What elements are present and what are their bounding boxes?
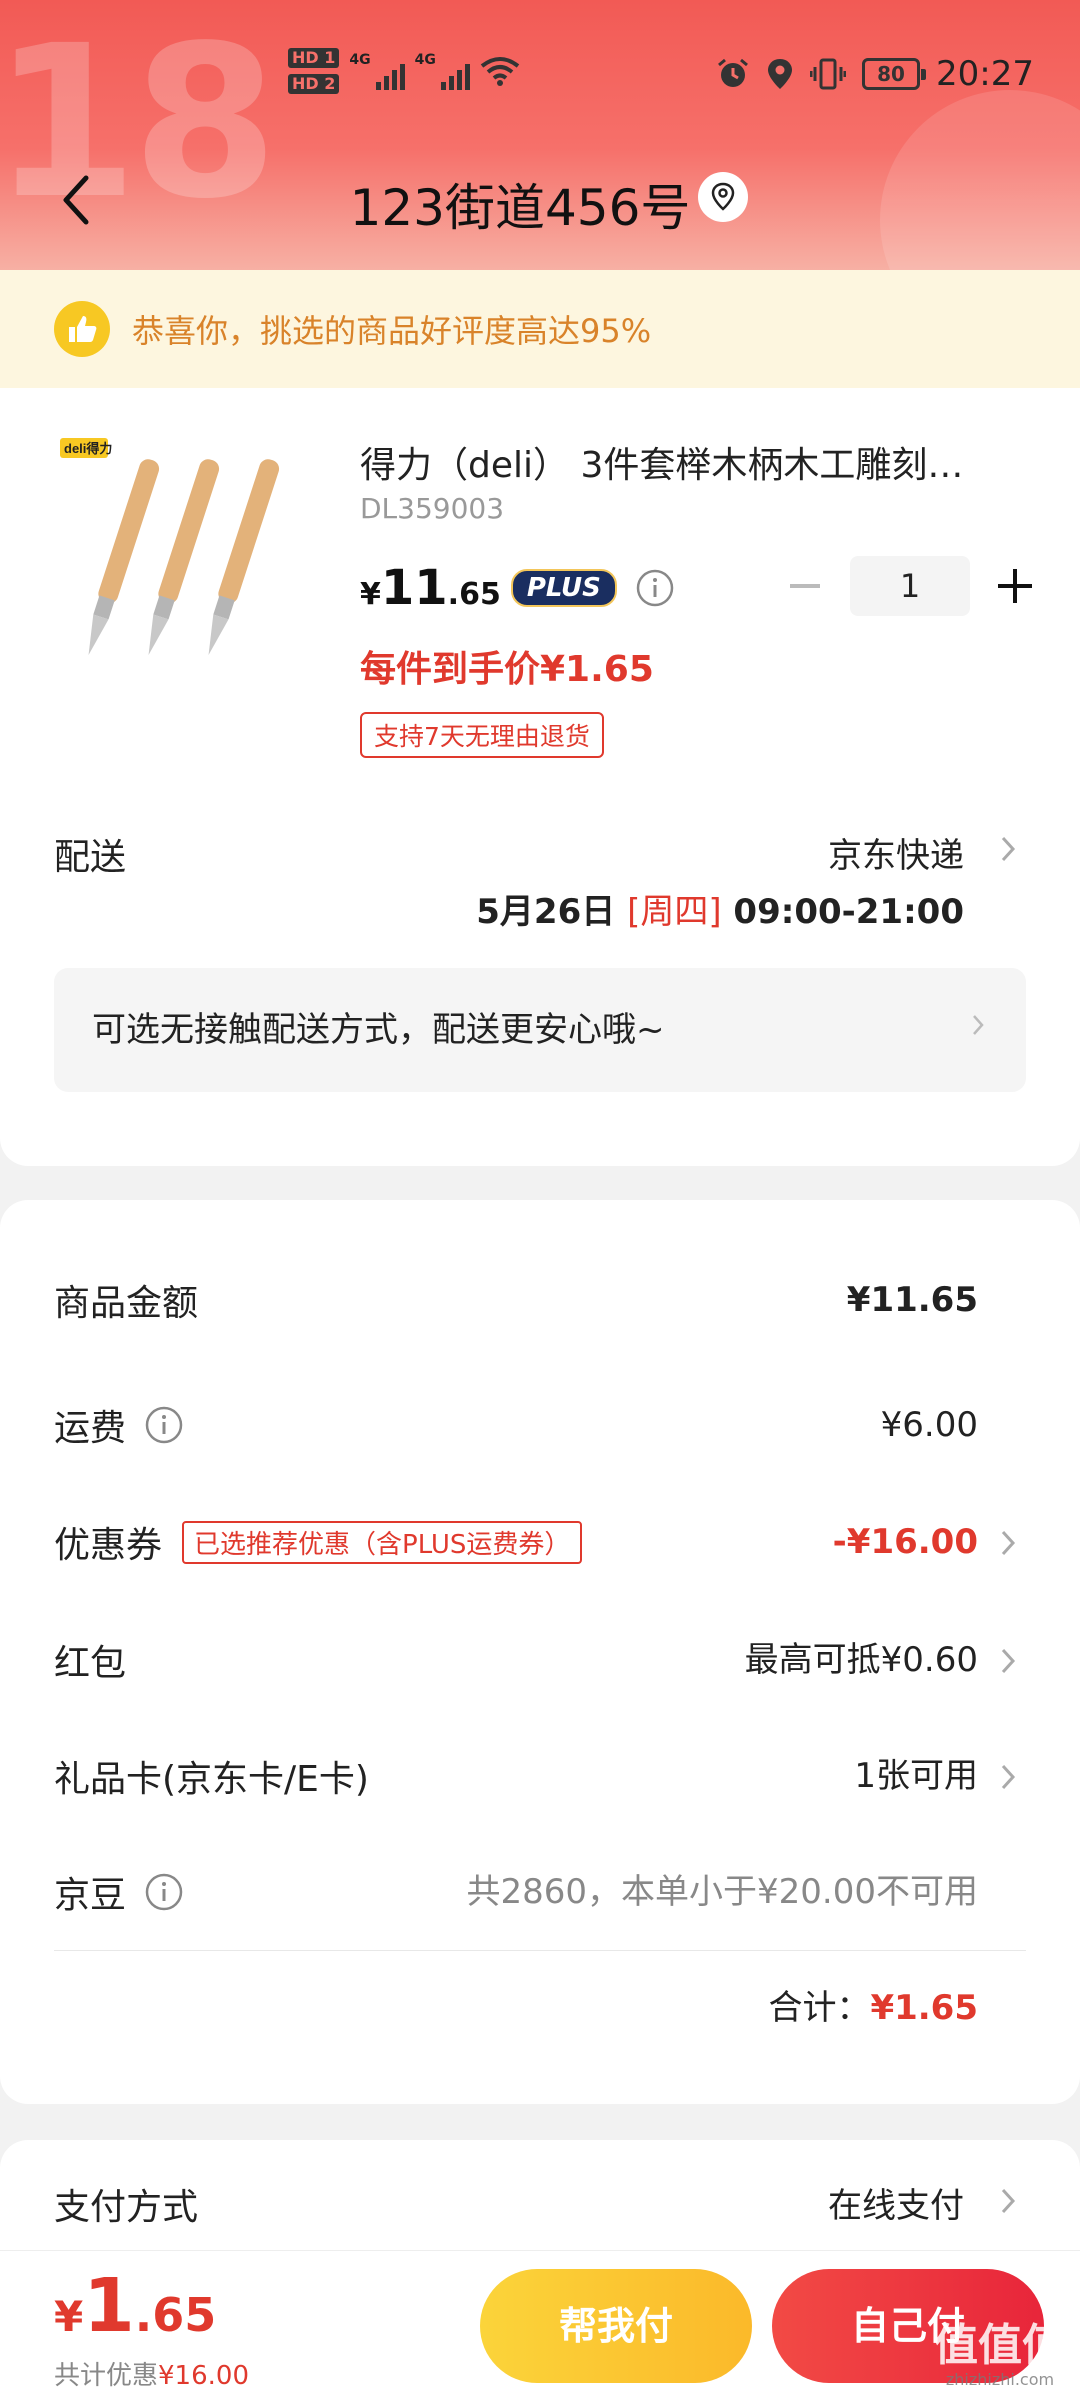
clock: 20:27 bbox=[936, 54, 1034, 94]
goods-amount-value: ¥11.65 bbox=[846, 1280, 978, 1320]
goods-amount-row: 商品金额 ¥11.65 bbox=[54, 1270, 1080, 1330]
alarm-icon bbox=[718, 58, 748, 87]
hd2-badge: HD 2 bbox=[288, 74, 340, 94]
price-integer: 11 bbox=[380, 560, 448, 616]
jd-beans-row: 京豆 共2860，本单小于¥20.00不可用 bbox=[54, 1862, 1080, 1922]
pay-amount-integer: 1 bbox=[83, 2263, 135, 2349]
shipping-date: 5月26日 bbox=[476, 892, 628, 932]
shipping-time[interactable]: 5月26日 [周四] 09:00-21:00 bbox=[476, 884, 964, 933]
red-packet-label: 红包 bbox=[54, 1643, 127, 1684]
plus-badge: PLUS bbox=[510, 569, 617, 607]
jd-beans-value: 共2860，本单小于¥20.00不可用 bbox=[466, 1872, 979, 1912]
help-me-pay-button[interactable]: 帮我付 bbox=[480, 2269, 752, 2383]
watermark: 值值值 zhizhizhi.com bbox=[934, 2324, 1066, 2388]
goods-amount-label: 商品金额 bbox=[54, 1283, 199, 1324]
product-price: ¥ 11 .65 PLUS bbox=[360, 560, 675, 616]
freight-value: ¥6.00 bbox=[880, 1405, 978, 1445]
shipping-window: 09:00-21:00 bbox=[721, 892, 964, 932]
gift-card-value: 1张可用 bbox=[854, 1756, 978, 1796]
saving-label: 共计优惠 bbox=[54, 2361, 159, 2391]
red-packet-row[interactable]: 红包 最高可抵¥0.60 bbox=[54, 1630, 1080, 1690]
svg-text:deli得力: deli得力 bbox=[64, 441, 112, 456]
info-icon[interactable] bbox=[635, 568, 675, 608]
watermark-text: 值值值 bbox=[934, 2320, 1066, 2371]
quantity-stepper: 1 bbox=[780, 556, 1040, 616]
banner-text: 恭喜你，挑选的商品好评度高达95% bbox=[132, 312, 652, 350]
coupon-tag: 已选推荐优惠（含PLUS运费券） bbox=[182, 1520, 583, 1564]
payment-method-value: 在线支付 bbox=[828, 2186, 964, 2226]
nav-bar: 123街道456号 bbox=[0, 150, 1080, 250]
gift-card-row[interactable]: 礼品卡(京东卡/E卡) 1张可用 bbox=[54, 1746, 1080, 1806]
chevron-right-icon bbox=[1001, 1530, 1016, 1556]
freight-row: 运费 ¥6.00 bbox=[54, 1395, 1080, 1455]
shipping-carrier[interactable]: 京东快递 bbox=[828, 828, 964, 877]
chevron-right-icon[interactable] bbox=[998, 834, 1018, 864]
jd-beans-label: 京豆 bbox=[54, 1875, 127, 1916]
thumbs-up-icon bbox=[54, 301, 110, 357]
vibrate-icon bbox=[810, 58, 847, 90]
order-total: 合计：¥1.65 bbox=[768, 1980, 978, 2029]
price-decimal: .65 bbox=[447, 577, 501, 612]
watermark-sub: zhizhizhi.com bbox=[945, 2370, 1055, 2389]
total-saving: 共计优惠¥16.00 bbox=[54, 2355, 249, 2392]
info-icon[interactable] bbox=[144, 1405, 184, 1445]
jd-beans-label-wrap: 京豆 bbox=[54, 1862, 184, 1922]
price-symbol: ¥ bbox=[360, 577, 381, 612]
divider bbox=[54, 1950, 1026, 1951]
total-label: 合计： bbox=[768, 1988, 871, 2028]
coupon-label-wrap: 优惠券 已选推荐优惠（含PLUS运费券） bbox=[54, 1512, 583, 1572]
header: 18 HD 1 HD 2 4G 4G 80 20:27 123街道456号 bbox=[0, 0, 1080, 270]
chevron-right-icon bbox=[1001, 2188, 1016, 2214]
coupon-row[interactable]: 优惠券 已选推荐优惠（含PLUS运费券） -¥16.00 bbox=[54, 1512, 1080, 1572]
payment-method-label: 支付方式 bbox=[54, 2187, 199, 2228]
contactless-delivery-option[interactable]: 可选无接触配送方式，配送更安心哦~ bbox=[54, 968, 1026, 1092]
address-title[interactable]: 123街道456号 bbox=[0, 168, 1080, 240]
shipping-weekday: [周四] bbox=[627, 892, 722, 932]
pay-amount: ¥ 1 .65 bbox=[54, 2263, 216, 2349]
rating-banner: 恭喜你，挑选的商品好评度高达95% bbox=[0, 270, 1080, 388]
location-pin-icon[interactable] bbox=[698, 172, 748, 222]
net1-label: 4G bbox=[349, 52, 371, 68]
coupon-label: 优惠券 bbox=[54, 1525, 163, 1566]
location-icon bbox=[768, 59, 793, 89]
battery-icon: 80 bbox=[862, 58, 927, 90]
gift-card-label: 礼品卡(京东卡/E卡) bbox=[54, 1759, 369, 1800]
quantity-value[interactable]: 1 bbox=[850, 556, 970, 616]
unit-price: 每件到手价¥1.65 bbox=[360, 649, 654, 690]
shipping-label: 配送 bbox=[54, 837, 127, 878]
status-bar: HD 1 HD 2 4G 4G 80 20:27 bbox=[0, 40, 1080, 120]
wifi-icon bbox=[480, 57, 520, 86]
chevron-right-icon bbox=[973, 1015, 984, 1035]
product-image[interactable]: deli得力 bbox=[56, 434, 306, 684]
signal-1-icon: 4G bbox=[349, 52, 405, 90]
saving-value: ¥16.00 bbox=[158, 2361, 249, 2391]
pay-amount-symbol: ¥ bbox=[54, 2292, 84, 2341]
decrease-button[interactable] bbox=[780, 561, 830, 611]
hd1-badge: HD 1 bbox=[288, 48, 340, 68]
freight-label: 运费 bbox=[54, 1408, 127, 1449]
product-name[interactable]: 得力（deli） 3件套榉木柄木工雕刻… bbox=[360, 436, 1010, 488]
checkout-bar: ¥ 1 .65 共计优惠¥16.00 帮我付 自己付 值值值 zhizhizhi… bbox=[0, 2250, 1080, 2400]
chevron-right-icon bbox=[1001, 1764, 1016, 1790]
red-packet-value: 最高可抵¥0.60 bbox=[744, 1640, 978, 1680]
coupon-value: -¥16.00 bbox=[832, 1522, 978, 1562]
freight-label-wrap: 运费 bbox=[54, 1395, 184, 1455]
info-icon[interactable] bbox=[144, 1872, 184, 1912]
net2-label: 4G bbox=[414, 52, 436, 68]
chevron-right-icon bbox=[1001, 1648, 1016, 1674]
signal-2-icon: 4G bbox=[415, 52, 470, 90]
contactless-text: 可选无接触配送方式，配送更安心哦~ bbox=[92, 1010, 665, 1050]
product-sku: DL359003 bbox=[360, 492, 505, 525]
hd-indicators: HD 1 HD 2 bbox=[288, 48, 340, 94]
increase-button[interactable] bbox=[990, 561, 1040, 611]
total-value: ¥1.65 bbox=[870, 1988, 978, 2028]
pay-amount-decimal: .65 bbox=[134, 2288, 217, 2342]
product-card: deli得力 得力（deli） 3件套榉木柄木工雕刻… DL359003 ¥ 1… bbox=[0, 388, 1080, 1166]
return-policy-tag: 支持7天无理由退货 bbox=[360, 712, 604, 758]
